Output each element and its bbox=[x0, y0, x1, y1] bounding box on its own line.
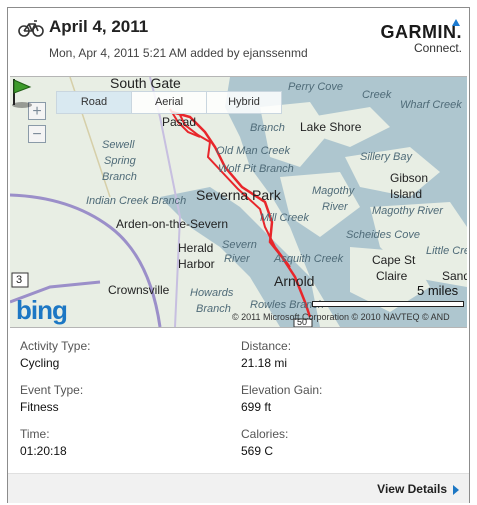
activity-card: April 4, 2011 Mon, Apr 4, 2011 5:21 AM a… bbox=[7, 7, 470, 503]
map-label: Branch bbox=[102, 171, 137, 183]
map-label: Old Man Creek bbox=[216, 145, 290, 157]
stat-activity-type: Activity Type: Cycling bbox=[20, 339, 91, 370]
bing-logo[interactable]: bing bbox=[16, 295, 68, 326]
map-label: Severna Park bbox=[196, 187, 281, 203]
map-label: Gibson bbox=[390, 171, 429, 185]
route-map[interactable]: + − Road Aerial Hybrid South Gate Perry … bbox=[10, 76, 467, 328]
view-details-link[interactable]: View Details bbox=[377, 482, 459, 496]
start-flag-icon[interactable] bbox=[10, 77, 40, 109]
map-label: Sillery Bay bbox=[360, 151, 412, 163]
map-label: Magothy bbox=[312, 185, 355, 197]
map-label: Mill Creek bbox=[260, 212, 309, 224]
map-label: Asquith Creek bbox=[274, 253, 344, 265]
stat-event-type: Event Type: Fitness bbox=[20, 383, 84, 414]
map-label: Indian Creek Branch bbox=[86, 195, 187, 207]
map-label: River bbox=[224, 253, 250, 265]
route-shield-3: 3 bbox=[16, 274, 23, 286]
stat-elevation-gain: Elevation Gain: 699 ft bbox=[241, 383, 323, 414]
map-label: Magothy River bbox=[372, 205, 443, 217]
tab-hybrid[interactable]: Hybrid bbox=[207, 92, 281, 113]
map-label: Branch bbox=[196, 303, 231, 315]
garmin-connect-logo[interactable]: GARMIN. Connect. bbox=[381, 19, 462, 55]
map-label: South Gate bbox=[110, 76, 181, 91]
map-label: Wolf Pit Branch bbox=[218, 163, 294, 175]
card-footer: View Details bbox=[8, 473, 469, 503]
activity-subtitle: Mon, Apr 4, 2011 5:21 AM added by ejanss… bbox=[49, 46, 308, 60]
map-label: Island bbox=[390, 187, 423, 201]
map-label: Howards bbox=[190, 287, 234, 299]
map-label: Crownsville bbox=[108, 283, 170, 297]
map-label: Lake Shore bbox=[300, 120, 362, 134]
tab-aerial[interactable]: Aerial bbox=[132, 92, 207, 113]
map-label: Branch bbox=[250, 122, 285, 134]
map-label: Arden-on-the-Severn bbox=[116, 217, 229, 231]
map-label: Little Creek bbox=[426, 245, 467, 257]
stat-distance: Distance: 21.18 mi bbox=[241, 339, 292, 370]
map-label: Spring bbox=[104, 155, 136, 167]
map-label: Perry Cove bbox=[288, 81, 344, 93]
stat-calories: Calories: 569 C bbox=[241, 427, 289, 458]
tab-road[interactable]: Road bbox=[57, 92, 132, 113]
map-label: Claire bbox=[376, 269, 408, 283]
map-label: River bbox=[322, 201, 348, 213]
map-label: Herald bbox=[178, 241, 214, 255]
map-label: Sandy bbox=[442, 269, 467, 283]
activity-title: April 4, 2011 bbox=[49, 17, 149, 36]
scale-bar bbox=[312, 301, 464, 307]
zoom-out-button[interactable]: − bbox=[28, 125, 46, 143]
logo-triangle-icon bbox=[452, 19, 460, 26]
map-label: Wharf Creek bbox=[400, 99, 462, 111]
map-label: Scheides Cove bbox=[346, 229, 420, 241]
map-label: Arnold bbox=[274, 273, 315, 289]
map-label: Pasad bbox=[162, 115, 197, 129]
activity-header: April 4, 2011 Mon, Apr 4, 2011 5:21 AM a… bbox=[8, 8, 469, 76]
map-label: Sewell bbox=[102, 139, 135, 151]
bicycle-icon bbox=[18, 20, 44, 37]
arrow-right-icon bbox=[453, 484, 459, 495]
map-label: Cape St bbox=[372, 253, 416, 267]
map-label: Creek bbox=[362, 89, 392, 101]
stat-time: Time: 01:20:18 bbox=[20, 427, 67, 458]
map-label: Harbor bbox=[178, 257, 215, 271]
scale-label: 5 miles bbox=[417, 283, 459, 298]
map-copyright: © 2011 Microsoft Corporation © 2010 NAVT… bbox=[232, 312, 450, 322]
map-label: Severn bbox=[222, 239, 257, 251]
view-details-label: View Details bbox=[377, 482, 447, 496]
map-type-tabs: Road Aerial Hybrid bbox=[56, 91, 282, 114]
activity-stats: Activity Type: Cycling Distance: 21.18 m… bbox=[8, 328, 469, 468]
